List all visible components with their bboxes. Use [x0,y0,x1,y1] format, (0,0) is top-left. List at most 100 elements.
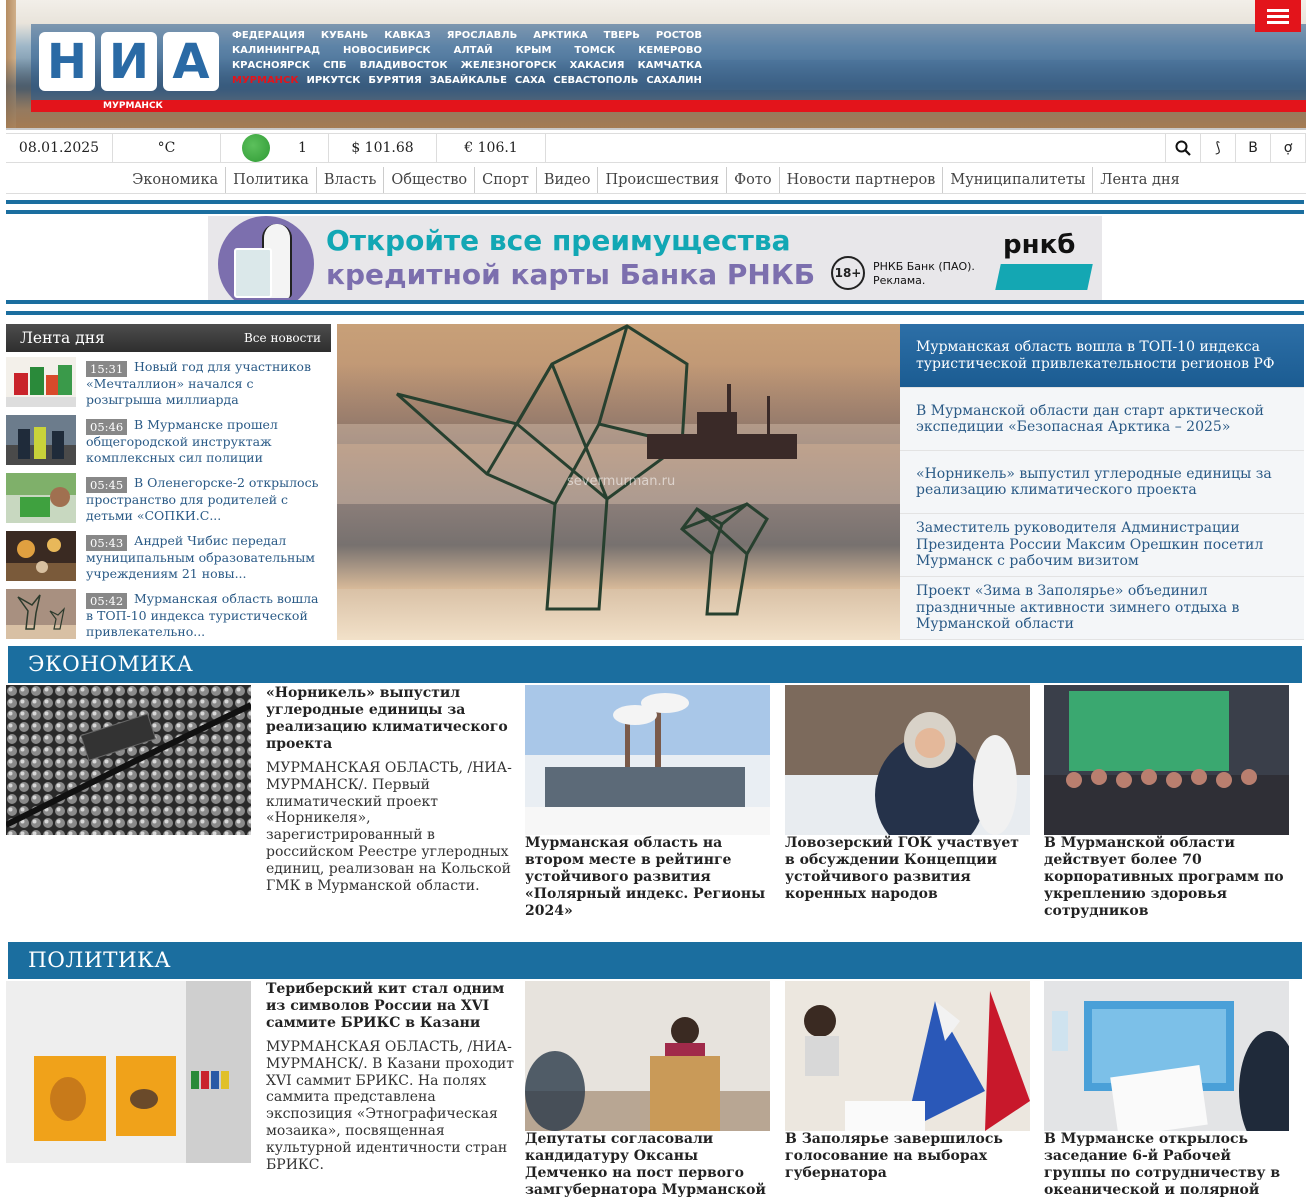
city-link-active[interactable]: МУРМАНСК [232,75,299,90]
nav-partner-news[interactable]: Новости партнеров [780,166,944,193]
city-link[interactable]: ТОМСК [574,45,615,60]
article-title[interactable]: В Мурманске открылось заседание 6-й Рабо… [1044,1131,1289,1199]
article-image[interactable] [525,685,770,835]
news-link[interactable]: Новый год для участников «Мечталлион» на… [86,359,326,409]
list-item[interactable]: 15:31 Новый год для участников «Мечталли… [6,357,331,409]
headline-item[interactable]: Заместитель руководителя Администрации П… [900,514,1304,577]
city-link[interactable]: КАЛИНИНГРАД [232,45,320,60]
featured-photo[interactable]: severmurman.ru [337,324,900,640]
city-link[interactable]: САХАЛИН [646,75,702,90]
nav-incidents[interactable]: Происшествия [598,166,728,193]
city-link[interactable]: СПБ [323,60,346,75]
city-link[interactable]: КРЫМ [516,45,552,60]
city-link[interactable]: КАВКАЗ [384,30,431,45]
city-link[interactable]: ФЕДЕРАЦИЯ [232,30,305,45]
nav-municipalities[interactable]: Муниципалитеты [943,166,1094,193]
city-link[interactable]: КЕМЕРОВО [638,45,702,60]
article-title[interactable]: Мурманская область на втором месте в рей… [525,835,770,920]
city-link[interactable]: ЖЕЛЕЗНОГОРСК [461,60,557,75]
city-link[interactable]: ИРКУТСК [307,75,361,90]
cities-row: ФЕДЕРАЦИЯ КУБАНЬ КАВКАЗ ЯРОСЛАВЛЬ АРКТИК… [232,30,702,45]
news-thumbnail [6,531,76,581]
city-link[interactable]: БУРЯТИЯ [368,75,421,90]
nav-economy[interactable]: Экономика [125,166,227,193]
city-link[interactable]: ЗАБАЙКАЛЬЕ [430,75,507,90]
city-link[interactable]: КУБАНЬ [321,30,368,45]
article-image-art [1044,685,1289,835]
day-feed-header: Лента дня Все новости [6,324,331,352]
section-politics-header[interactable]: ПОЛИТИКА [8,942,1302,979]
headline-item[interactable]: Проект «Зима в Заполярье» объединил праз… [900,577,1304,640]
ad-banner[interactable]: Откройте все преимущества кредитной карт… [208,216,1102,300]
article-image[interactable] [525,981,770,1131]
nav-society[interactable]: Общество [384,166,476,193]
city-link[interactable]: ВЛАДИВОСТОК [360,60,448,75]
vk-icon[interactable]: В [1236,134,1271,162]
info-bar: 08.01.2025 °C 1 $ 101.68 € 106.1 ⟆ В ợ [6,133,1306,163]
section-economy-header[interactable]: ЭКОНОМИКА [8,646,1302,683]
headline-item[interactable]: В Мурманской области дан старт арктическ… [900,388,1304,451]
city-link[interactable]: КРАСНОЯРСК [232,60,310,75]
article-image-art [785,981,1030,1131]
news-link[interactable]: Мурманская область вошла в ТОП-10 индекс… [86,591,326,641]
logo-letter: Н [39,32,95,91]
article-image[interactable] [785,685,1030,835]
info-spacer [546,134,1166,162]
main-nav: Экономика Политика Власть Общество Спорт… [6,166,1306,194]
lead-article-title[interactable]: Териберский кит стал одним из символов Р… [266,981,511,1032]
divider [6,210,1304,214]
top-headlines: Мурманская область вошла в ТОП-10 индекс… [900,324,1304,640]
article-image-art [785,685,1030,835]
list-item[interactable]: 05:46 В Мурманске прошел общегородской и… [6,415,331,467]
headline-active[interactable]: Мурманская область вошла в ТОП-10 индекс… [900,324,1304,388]
headline-item[interactable]: «Норникель» выпустил углеродные единицы … [900,451,1304,514]
nav-day-feed[interactable]: Лента дня [1093,167,1186,193]
search-icon[interactable] [1166,134,1201,162]
article-title[interactable]: В Заполярье завершилось голосование на в… [785,1131,1030,1182]
article-image[interactable] [6,981,251,1163]
site-logo[interactable]: Н И А [39,32,221,91]
region-strip [31,100,1306,112]
news-link[interactable]: Андрей Чибис передал муниципальным образ… [86,533,326,583]
city-link[interactable]: АРКТИКА [533,30,587,45]
list-item[interactable]: 05:45 В Оленегорске-2 открылось простран… [6,473,331,525]
nav-politics[interactable]: Политика [226,166,317,193]
news-thumbnail [6,357,76,407]
city-link[interactable]: ТВЕРЬ [604,30,640,45]
city-link[interactable]: ХАКАСИЯ [570,60,625,75]
article-image[interactable] [6,685,251,835]
news-link[interactable]: В Мурманске прошел общегородской инструк… [86,417,326,467]
lead-article-text: МУРМАНСКАЯ ОБЛАСТЬ, /НИА-МУРМАНСК/. Перв… [266,760,512,894]
article-image[interactable] [1044,685,1289,835]
article-image[interactable] [785,981,1030,1131]
credit-card-icon [234,248,272,298]
list-item[interactable]: 05:43 Андрей Чибис передал муниципальным… [6,531,331,583]
divider [6,311,1304,315]
rss-icon[interactable]: ⟆ [1201,134,1236,162]
green-circle-icon [242,134,271,162]
list-item[interactable]: 05:42 Мурманская область вошла в ТОП-10 … [6,589,331,641]
lead-article-text: МУРМАНСКАЯ ОБЛАСТЬ, /НИА-МУРМАНСК/. В Ка… [266,1039,514,1173]
article-title[interactable]: Депутаты согласовали кандидатуру Оксаны … [525,1131,770,1199]
hamburger-icon[interactable] [1255,0,1301,32]
ad-legal-text: РНКБ Банк (ПАО). Реклама. [873,260,975,287]
city-link[interactable]: НОВОСИБИРСК [343,45,431,60]
city-link[interactable]: ЯРОСЛАВЛЬ [447,30,517,45]
city-link[interactable]: АЛТАЙ [454,45,493,60]
city-link[interactable]: СЕВАСТОПОЛЬ [553,75,638,90]
nav-power[interactable]: Власть [317,166,385,193]
nav-video[interactable]: Видео [537,166,599,193]
city-link[interactable]: САХА [515,75,546,90]
nav-photo[interactable]: Фото [727,166,780,193]
article-title[interactable]: В Мурманской области действует более 70 … [1044,835,1289,920]
lead-article-title[interactable]: «Норникель» выпустил углеродные единицы … [266,685,511,753]
city-link[interactable]: КАМЧАТКА [638,60,702,75]
article-image[interactable] [1044,981,1289,1131]
news-link[interactable]: В Оленегорске-2 открылось пространство д… [86,475,326,525]
article-title[interactable]: Ловозерский ГОК участвует в обсуждении К… [785,835,1030,903]
nav-sport[interactable]: Спорт [475,166,537,193]
all-news-link[interactable]: Все новости [244,331,321,345]
ok-icon[interactable]: ợ [1271,134,1306,162]
article-image-art [1044,981,1289,1131]
city-link[interactable]: РОСТОВ [656,30,702,45]
